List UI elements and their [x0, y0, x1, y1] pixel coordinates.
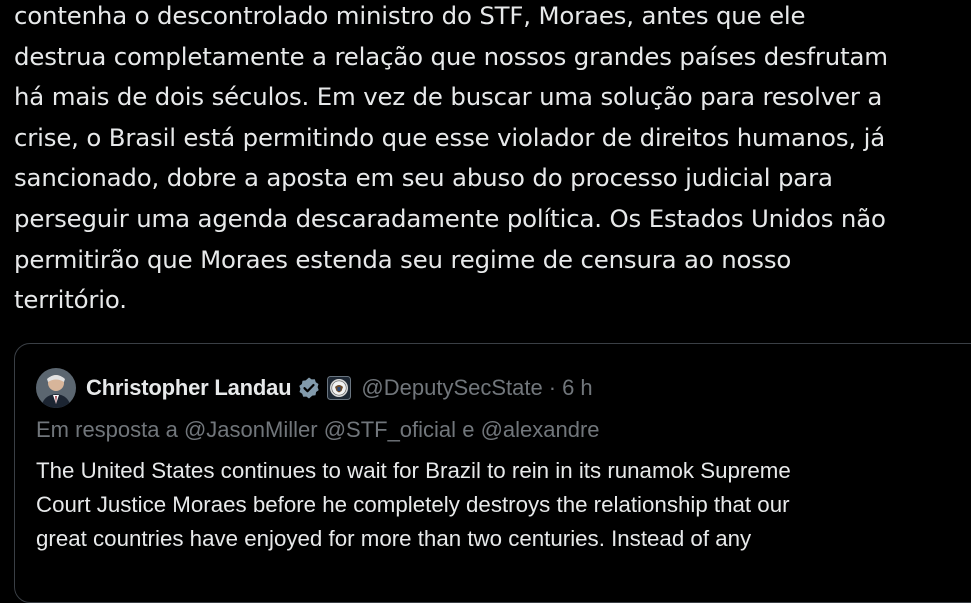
verified-badge-icon	[297, 376, 321, 400]
author-name[interactable]: Christopher Landau	[86, 375, 292, 401]
post-text-line: sancionado, dobre a aposta em seu abuso …	[14, 163, 833, 193]
reply-conjunction: e	[462, 417, 475, 442]
quoted-text-line: great countries have enjoyed for more th…	[36, 526, 752, 551]
separator-dot: ·	[548, 375, 557, 400]
post-text-line: território.	[14, 285, 127, 315]
mention-link[interactable]: @JasonMiller	[184, 417, 318, 442]
post-text-line: há mais de dois séculos. Em vez de busca…	[14, 82, 883, 112]
author-handle[interactable]: @DeputySecState	[361, 375, 542, 401]
post-text-line: permitirão que Moraes estenda seu regime…	[14, 244, 792, 274]
quoted-text-line: Court Justice Moraes before he completel…	[36, 492, 790, 517]
post-body: contenha o descontrolado ministro do STF…	[14, 0, 971, 321]
quoted-post-header: Christopher Landau @DeputySecState · 6 h	[36, 366, 593, 410]
post-text-line: contenha o descontrolado ministro do STF…	[14, 1, 806, 30]
quoted-post-card[interactable]: Christopher Landau @DeputySecState · 6 h…	[14, 343, 971, 603]
post-text-line: destrua completamente a relação que noss…	[14, 41, 888, 71]
reply-context: Em resposta a @JasonMiller @STF_oficial …	[36, 417, 600, 443]
mention-link[interactable]: @alexandre	[481, 417, 600, 442]
reply-prefix: Em resposta a	[36, 417, 178, 442]
timestamp[interactable]: 6 h	[562, 375, 593, 401]
quoted-post-body: The United States continues to wait for …	[36, 454, 791, 556]
mention-link[interactable]: @STF_oficial	[324, 417, 456, 442]
state-department-seal-icon	[327, 376, 352, 400]
quoted-text-line: The United States continues to wait for …	[36, 458, 791, 483]
post-text-line: crise, o Brasil está permitindo que esse…	[14, 122, 886, 152]
avatar[interactable]	[36, 368, 76, 408]
post-text-line: perseguir uma agenda descaradamente polí…	[14, 203, 886, 233]
